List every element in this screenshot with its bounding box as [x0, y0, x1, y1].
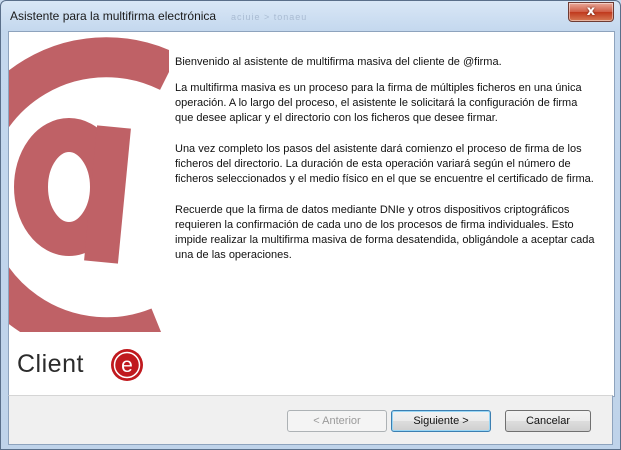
wizard-window: Asistente para la multifirma electrónica…	[0, 0, 621, 450]
description-paragraph: La multifirma masiva es un proceso para …	[175, 82, 582, 124]
e-badge-letter: e	[121, 354, 133, 377]
background-ghost-text: aciuie > tonaeu	[231, 12, 308, 22]
logo-brand-text: Client	[17, 350, 84, 378]
close-icon: x	[586, 4, 596, 19]
cancel-button[interactable]: Cancelar	[505, 410, 591, 432]
e-badge-icon: e	[111, 349, 143, 381]
back-button[interactable]: < Anterior	[287, 410, 387, 432]
close-button[interactable]: x	[568, 2, 614, 22]
dnie-warning-paragraph: Recuerde que la firma de datos mediante …	[175, 204, 595, 261]
welcome-text: Bienvenido al asistente de multifirma ma…	[175, 55, 595, 279]
at-sign-icon	[9, 37, 169, 332]
welcome-paragraph: Bienvenido al asistente de multifirma ma…	[175, 56, 502, 68]
wizard-content: Client e Bienvenido al asistente de mult…	[8, 31, 615, 397]
button-bar: < Anterior Siguiente > Cancelar	[8, 395, 613, 445]
window-title: Asistente para la multifirma electrónica	[10, 9, 217, 23]
title-bar[interactable]: Asistente para la multifirma electrónica…	[1, 1, 620, 31]
next-button[interactable]: Siguiente >	[391, 410, 491, 432]
process-paragraph: Una vez completo los pasos del asistente…	[175, 143, 594, 185]
